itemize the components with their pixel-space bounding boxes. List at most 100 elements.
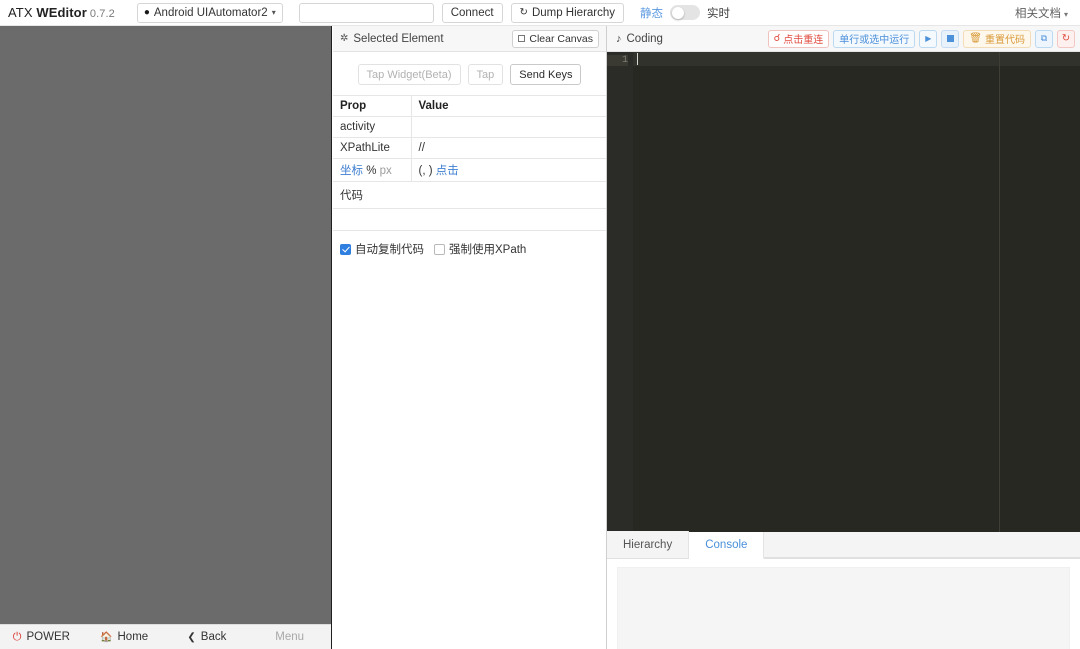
coding-title-text: Coding xyxy=(626,32,663,45)
play-icon: ▶ xyxy=(925,34,932,43)
brand-version: 0.7.2 xyxy=(89,8,115,20)
code-editor[interactable]: 1 xyxy=(607,52,1080,532)
mode-toggle-switch[interactable] xyxy=(670,5,701,20)
brand-name: WEditor xyxy=(36,5,87,20)
console-panel xyxy=(607,559,1080,649)
force-xpath-checkbox[interactable] xyxy=(434,243,445,255)
selected-element-title: ✲ Selected Element xyxy=(340,33,444,45)
table-row: 坐标 % px (, ) 点击 xyxy=(333,158,606,182)
related-docs-label: 相关文档 xyxy=(1014,7,1061,20)
editor-active-line xyxy=(633,52,1080,66)
device-serial-input[interactable] xyxy=(299,3,433,22)
column-header-prop: Prop xyxy=(333,95,412,117)
chevron-left-icon: ❮ xyxy=(187,631,196,643)
coordinate-value: (, ) xyxy=(418,165,433,177)
coordinate-tap-link[interactable]: 点击 xyxy=(436,165,459,177)
tab-bar-filler xyxy=(764,532,1080,558)
menu-label: Menu xyxy=(275,631,305,643)
code-section-label: 代码 xyxy=(333,182,606,209)
prop-value-coordinate: (, ) 点击 xyxy=(411,158,606,182)
tap-button[interactable]: Tap xyxy=(467,64,504,85)
gear-icon: ✲ xyxy=(340,33,349,44)
power-label: POWER xyxy=(26,631,70,643)
prop-value-activity xyxy=(411,116,606,138)
coordinate-unit-px[interactable]: px xyxy=(380,165,392,177)
coding-header: ♪ Coding ☌ 点击重连 单行或选中运行 ▶ 🗑 重置代码 ⧉ ↻ xyxy=(607,26,1080,52)
back-label: Back xyxy=(200,631,227,643)
weditor-app: ATX WEditor 0.7.2 ● Android UIAutomator2 … xyxy=(0,0,1080,649)
send-keys-button[interactable]: Send Keys xyxy=(510,64,582,85)
bottom-tab-bar: Hierarchy Console xyxy=(607,531,1080,559)
refresh-icon: ↻ xyxy=(519,7,528,18)
tap-widget-label: Tap Widget(Beta) xyxy=(366,68,452,81)
stop-button[interactable] xyxy=(941,29,960,48)
table-row: XPathLite // xyxy=(333,137,606,159)
element-properties-table: Prop Value activity XPathLite // 坐标 % px… xyxy=(333,95,606,182)
prop-name-coordinate: 坐标 % px xyxy=(333,158,412,182)
selected-element-header: ✲ Selected Element Clear Canvas xyxy=(333,26,606,52)
tab-console[interactable]: Console xyxy=(689,532,765,559)
mode-realtime-label: 实时 xyxy=(707,7,731,20)
home-icon: 🏠 xyxy=(100,631,113,643)
broken-link-icon: ☌ xyxy=(773,33,781,44)
coordinate-unit-percent[interactable]: % xyxy=(366,165,376,177)
power-button[interactable]: ⏻ POWER xyxy=(0,625,83,649)
reset-code-button[interactable]: 🗑 重置代码 xyxy=(963,29,1031,48)
reload-button[interactable]: ↻ xyxy=(1057,29,1075,48)
inspector-options-row: 自动复制代码 强制使用XPath xyxy=(333,231,606,257)
selected-element-title-text: Selected Element xyxy=(353,32,444,45)
reload-icon: ↻ xyxy=(1061,33,1071,44)
home-button[interactable]: 🏠 Home xyxy=(83,625,166,649)
send-keys-label: Send Keys xyxy=(519,68,573,81)
run-button[interactable]: ▶ xyxy=(919,29,938,48)
coding-title: ♪ Coding xyxy=(616,33,663,45)
toggle-knob xyxy=(672,6,685,19)
connect-button[interactable]: Connect xyxy=(441,2,503,23)
music-note-icon: ♪ xyxy=(616,32,622,45)
prop-value-xpathlite: // xyxy=(411,137,606,159)
editor-gutter: 1 xyxy=(607,52,633,532)
auto-copy-code-label: 自动复制代码 xyxy=(355,244,424,256)
coding-toolbar: ☌ 点击重连 单行或选中运行 ▶ 🗑 重置代码 ⧉ ↻ xyxy=(767,29,1075,48)
device-provider-select[interactable]: ● Android UIAutomator2 ▾ xyxy=(136,2,283,23)
selected-element-pane: ✲ Selected Element Clear Canvas Tap Widg… xyxy=(333,26,607,649)
tap-label: Tap xyxy=(476,68,495,81)
tap-widget-button[interactable]: Tap Widget(Beta) xyxy=(357,64,461,85)
brand-prefix: ATX xyxy=(8,5,37,20)
table-row: activity xyxy=(333,116,606,138)
auto-copy-code-checkbox[interactable] xyxy=(340,243,351,255)
editor-text-area[interactable] xyxy=(633,52,1080,532)
chevron-down-icon: ▾ xyxy=(271,8,276,17)
app-brand: ATX WEditor 0.7.2 xyxy=(8,5,115,20)
dump-hierarchy-button[interactable]: ↻ Dump Hierarchy xyxy=(510,2,625,23)
console-output[interactable] xyxy=(617,567,1070,649)
force-xpath-label: 强制使用XPath xyxy=(449,244,527,256)
coordinate-link[interactable]: 坐标 xyxy=(340,165,363,177)
column-header-value: Value xyxy=(411,95,606,117)
dump-hierarchy-label: Dump Hierarchy xyxy=(531,6,616,19)
reconnect-button[interactable]: ☌ 点击重连 xyxy=(767,29,830,48)
code-snippet-box[interactable] xyxy=(333,209,606,231)
clear-canvas-button[interactable]: Clear Canvas xyxy=(512,29,599,48)
connect-label: Connect xyxy=(450,6,494,19)
copy-code-button[interactable]: ⧉ xyxy=(1035,29,1053,48)
reconnect-label: 点击重连 xyxy=(783,35,824,46)
prop-name-activity: activity xyxy=(333,116,412,138)
copy-icon: ⧉ xyxy=(1040,33,1048,43)
top-toolbar: ATX WEditor 0.7.2 ● Android UIAutomator2 … xyxy=(0,0,1080,26)
device-serial-field[interactable] xyxy=(298,2,434,23)
square-icon xyxy=(518,35,526,42)
tab-hierarchy[interactable]: Hierarchy xyxy=(607,531,690,558)
related-docs-menu[interactable]: 相关文档 ▾ xyxy=(1015,5,1068,21)
device-key-bar: ⏻ POWER 🏠 Home ❮ Back Menu xyxy=(0,624,331,649)
run-selection-button[interactable]: 单行或选中运行 xyxy=(833,29,916,48)
chevron-down-icon: ▾ xyxy=(1063,9,1068,19)
home-label: Home xyxy=(117,631,149,643)
coding-pane: ♪ Coding ☌ 点击重连 单行或选中运行 ▶ 🗑 重置代码 ⧉ ↻ 1 H… xyxy=(607,26,1080,649)
device-screen-canvas[interactable] xyxy=(0,26,330,624)
trash-icon: 🗑 xyxy=(969,33,982,44)
mode-toggle-group[interactable]: 静态 实时 xyxy=(640,5,730,21)
power-icon: ⏻ xyxy=(12,630,22,643)
back-button[interactable]: ❮ Back xyxy=(166,625,249,649)
tab-console-label: Console xyxy=(705,539,748,551)
